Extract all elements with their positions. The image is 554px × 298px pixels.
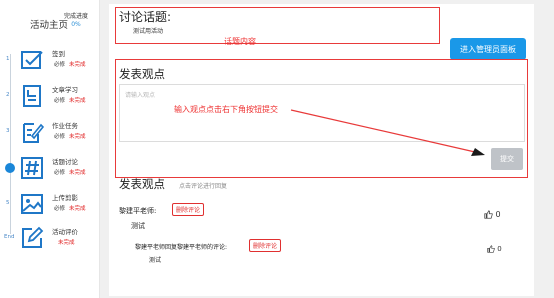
step-number: 2 [6,92,10,98]
step-status: 未完成 [69,170,86,176]
progress-value: 0% [71,21,81,28]
like-button[interactable]: 0 [484,210,501,219]
thumbs-up-icon [484,210,493,219]
step-req-label: 必修 [54,170,66,176]
comments-title: 发表观点 [119,177,165,191]
step-name: 上传剪影 [52,194,78,202]
step-status: 未完成 [69,98,86,104]
step-requirement: 必修 未完成 [54,96,86,104]
comment-text: 测试 [131,222,145,230]
like-button[interactable]: 0 [487,245,502,253]
step-number: 3 [6,128,10,134]
step-name: 话题讨论 [52,158,78,166]
topic-annotation-label: 话题内容 [224,37,256,46]
step-name: 签到 [52,50,65,58]
step-status: 未完成 [69,206,86,212]
thumbs-up-icon [487,245,495,253]
step-number: 5 [6,200,10,206]
sidebar-header: 活动主页 完成进度 0% [0,0,100,40]
sidebar-step-article[interactable]: 2 文章学习 必修 未完成 [0,78,100,114]
topic-title: 讨论话题: [119,10,172,24]
comment-text: 测试 [149,257,162,264]
activity-home-link[interactable]: 活动主页 [30,17,68,31]
step-req-label: 必修 [54,62,66,68]
step-status: 未完成 [69,134,86,140]
step-requirement: 必修 未完成 [54,204,86,212]
step-req-label: 必修 [54,206,66,212]
like-count: 0 [497,245,502,253]
checkbox-icon [21,51,43,69]
delete-comment-button[interactable]: 删除评论 [172,203,205,216]
progress-indicator: 完成进度 0% [64,13,88,29]
step-name: 文章学习 [52,86,78,94]
post-title: 发表观点 [119,67,165,81]
step-status: 未完成 [69,62,86,68]
assignment-icon [23,123,44,143]
reply-hint: 点击评论进行回复 [179,183,228,190]
step-requirement: 必修 未完成 [54,60,86,68]
step-requirement: 必修 未完成 [54,168,86,176]
step-number: 1 [6,56,10,62]
sidebar-step-upload-photo[interactable]: 5 上传剪影 必修 未完成 [0,186,100,222]
progress-label: 完成进度 [64,13,89,20]
delete-comment-button[interactable]: 删除评论 [249,239,282,252]
image-icon [21,194,43,214]
document-icon [23,85,41,107]
annotation-arrow-icon [290,109,485,156]
sidebar-step-checkin[interactable]: 1 签到 必修 未完成 [0,42,100,78]
submit-button[interactable]: 提交 [491,148,523,170]
step-status: 未完成 [58,240,75,246]
post-annotation-label: 输入观点点击右下角按钮提交 [174,105,278,114]
current-step-dot [5,163,15,173]
topic-content: 测试用活动 [133,28,164,35]
comment-author: 黎建平老师: [119,207,157,215]
like-count: 0 [495,210,501,219]
sidebar: 活动主页 完成进度 0% 1 签到 必修未完成 2 文章学习 必修未完成 3 [0,0,100,298]
step-req-label: 必修 [54,98,66,104]
sidebar-step-discussion[interactable]: 话题讨论 必修 未完成 [0,150,100,186]
step-req-label: 必修 [54,134,66,140]
step-name: 作业任务 [52,122,78,130]
step-requirement: 未完成 [54,238,75,246]
step-number: End [4,234,15,240]
sidebar-step-evaluation[interactable]: End 活动评价 未完成 [0,220,100,256]
edit-icon [22,226,44,248]
step-name: 活动评价 [52,228,78,236]
comment-author: 黎建平老师回复黎建平老师的评论: [135,244,228,251]
sidebar-step-assignment[interactable]: 3 作业任务 必修 未完成 [0,114,100,150]
admin-panel-button[interactable]: 进入管理员面板 [450,38,526,60]
main-panel: 讨论话题: 测试用活动 话题内容 进入管理员面板 发表观点 输入观点点击右下角按… [109,4,534,296]
step-requirement: 必修 未完成 [54,132,86,140]
hashtag-icon [21,157,43,179]
